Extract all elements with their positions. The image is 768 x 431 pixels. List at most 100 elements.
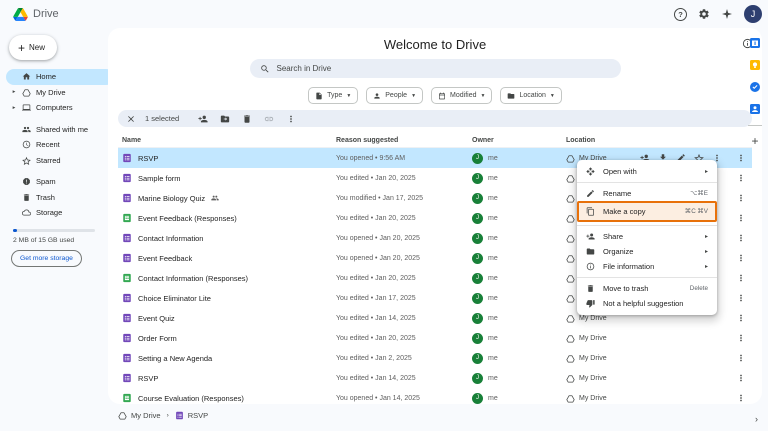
location-chip[interactable]: My Drive bbox=[566, 334, 676, 343]
reason-cell: You opened • Jan 20, 2025 bbox=[336, 254, 420, 262]
help-icon[interactable]: ? bbox=[674, 7, 687, 21]
menu-item-share[interactable]: Share ▸ bbox=[577, 229, 717, 244]
sidebar-item-my-drive[interactable]: ▸ My Drive bbox=[6, 85, 114, 101]
trash-icon[interactable] bbox=[242, 114, 252, 124]
alert-icon bbox=[22, 177, 31, 186]
keep-app-icon[interactable] bbox=[749, 59, 761, 71]
form-icon bbox=[122, 333, 132, 343]
reason-cell: You edited • Jan 20, 2025 bbox=[336, 274, 416, 282]
plus-icon: + bbox=[18, 40, 26, 55]
sidebar-item-home[interactable]: Home bbox=[6, 69, 114, 85]
file-row-order-form[interactable]: Order Form You edited • Jan 20, 2025 Jme My… bbox=[118, 328, 752, 348]
menu-item-make-a-copy[interactable]: Make a copy ⌘C ⌘V bbox=[577, 201, 717, 222]
filter-chip-modified[interactable]: Modified ▼ bbox=[431, 87, 493, 104]
file-row-rsvp[interactable]: RSVP You edited • Jan 14, 2025 Jme My Drive bbox=[118, 368, 752, 388]
form-icon bbox=[122, 233, 132, 243]
column-header-owner[interactable]: Owner bbox=[472, 137, 566, 144]
account-avatar[interactable]: J bbox=[744, 5, 762, 23]
sidebar-item-trash[interactable]: Trash bbox=[6, 190, 114, 206]
location-chip[interactable]: My Drive bbox=[566, 374, 676, 383]
file-name: Marine Biology Quiz bbox=[138, 193, 206, 203]
file-row-course-evaluation-responses[interactable]: Course Evaluation (Responses) You opened … bbox=[118, 388, 752, 404]
menu-item-rename[interactable]: Rename ⌥⌘E bbox=[577, 186, 717, 201]
rail-divider bbox=[748, 125, 762, 126]
drive-outline-icon bbox=[566, 194, 575, 203]
owner-name: me bbox=[488, 294, 498, 302]
menu-item-not-a-helpful-suggestion[interactable]: Not a helpful suggestion bbox=[577, 296, 717, 311]
gemini-sparkle-icon[interactable] bbox=[721, 8, 733, 20]
menu-item-organize[interactable]: Organize ▸ bbox=[577, 244, 717, 259]
link-icon[interactable] bbox=[264, 114, 274, 124]
location-label: My Drive bbox=[579, 354, 607, 362]
sidebar-item-label: Storage bbox=[36, 208, 63, 218]
rail-plus-icon[interactable]: + bbox=[751, 135, 758, 147]
file-name: RSVP bbox=[138, 153, 159, 163]
folder-icon bbox=[507, 92, 515, 100]
drive-home-link[interactable]: Drive bbox=[13, 8, 59, 21]
reason-cell: You edited • Jan 20, 2025 bbox=[336, 214, 416, 222]
sidebar-item-computers[interactable]: ▸ Computers bbox=[6, 100, 114, 116]
file-name: Contact Information bbox=[138, 233, 204, 243]
filter-chip-type[interactable]: Type ▼ bbox=[308, 87, 359, 104]
sidebar-item-label: Home bbox=[36, 72, 57, 82]
sidebar-item-label: Shared with me bbox=[36, 124, 89, 134]
file-name: Course Evaluation (Responses) bbox=[138, 393, 244, 403]
sheet-icon bbox=[122, 213, 132, 223]
monitor-icon bbox=[22, 103, 31, 112]
owner-avatar: J bbox=[472, 192, 483, 204]
file-name: RSVP bbox=[138, 373, 159, 383]
sidebar-item-label: Trash bbox=[36, 192, 55, 202]
location-chip[interactable]: My Drive bbox=[566, 354, 676, 363]
menu-item-move-to-trash[interactable]: Move to trash Delete bbox=[577, 281, 717, 296]
info-icon bbox=[586, 262, 595, 271]
new-button[interactable]: + New bbox=[9, 35, 57, 60]
file-row-setting-a-new-agenda[interactable]: Setting a New Agenda You edited • Jan 2, … bbox=[118, 348, 752, 368]
more-vert-icon[interactable] bbox=[286, 114, 296, 124]
search-input[interactable]: Search in Drive bbox=[249, 59, 621, 78]
menu-item-open-with[interactable]: Open with ▸ bbox=[577, 164, 717, 179]
sidebar-item-spam[interactable]: Spam bbox=[6, 174, 114, 190]
sidebar-item-storage[interactable]: Storage bbox=[6, 205, 114, 221]
trash-icon bbox=[586, 284, 595, 293]
reason-cell: You edited • Jan 14, 2025 bbox=[336, 314, 416, 322]
filter-chip-people[interactable]: People ▼ bbox=[366, 87, 424, 104]
column-header-location[interactable]: Location bbox=[566, 137, 676, 144]
filter-chip-location[interactable]: Location ▼ bbox=[500, 87, 562, 104]
reason-cell: You opened • 9:56 AM bbox=[336, 154, 406, 162]
sidebar-item-label: Recent bbox=[36, 140, 60, 150]
menu-item-file-information[interactable]: File information ▸ bbox=[577, 259, 717, 274]
get-more-storage-button[interactable]: Get more storage bbox=[11, 249, 82, 267]
breadcrumb-chevron-icon: › bbox=[166, 411, 169, 419]
submenu-arrow-icon: ▸ bbox=[704, 249, 708, 255]
drive-outline-icon bbox=[566, 394, 575, 403]
file-name-cell: RSVP bbox=[122, 153, 336, 163]
row-more-cell bbox=[676, 333, 748, 343]
column-header-name[interactable]: Name bbox=[122, 137, 336, 144]
sidebar-item-starred[interactable]: Starred bbox=[6, 153, 114, 169]
show-side-panel-icon[interactable]: › bbox=[755, 414, 758, 424]
sidebar-item-recent[interactable]: Recent bbox=[6, 137, 114, 153]
expand-caret-icon[interactable]: ▸ bbox=[11, 89, 17, 95]
breadcrumb-item-rsvp[interactable]: RSVP bbox=[175, 411, 208, 420]
folder-move-icon[interactable] bbox=[220, 114, 230, 124]
expand-caret-icon[interactable]: ▸ bbox=[11, 105, 17, 111]
owner-name: me bbox=[488, 254, 498, 262]
tasks-app-icon[interactable] bbox=[749, 81, 761, 93]
column-header-reason-suggested[interactable]: Reason suggested bbox=[336, 137, 472, 144]
contacts-app-icon[interactable] bbox=[749, 103, 761, 115]
breadcrumb-item-my-drive[interactable]: My Drive bbox=[118, 411, 161, 420]
clear-selection-icon[interactable] bbox=[126, 114, 136, 124]
settings-gear-icon[interactable] bbox=[698, 8, 710, 20]
person-add-icon[interactable] bbox=[198, 114, 208, 124]
location-label: My Drive bbox=[579, 374, 607, 382]
form-icon bbox=[122, 313, 132, 323]
google-drive-window: Drive ? J + New Home ▸ My Drive ▸ Computers S… bbox=[0, 0, 768, 431]
owner-name: me bbox=[488, 174, 498, 182]
owner-name: me bbox=[488, 314, 498, 322]
location-chip[interactable]: My Drive bbox=[566, 394, 676, 403]
calendar-app-icon[interactable] bbox=[749, 37, 761, 49]
sidebar-item-shared-with-me[interactable]: Shared with me bbox=[6, 122, 114, 138]
drive-outline-icon bbox=[566, 274, 575, 283]
drive-outline-icon bbox=[566, 374, 575, 383]
owner-avatar: J bbox=[472, 212, 483, 224]
